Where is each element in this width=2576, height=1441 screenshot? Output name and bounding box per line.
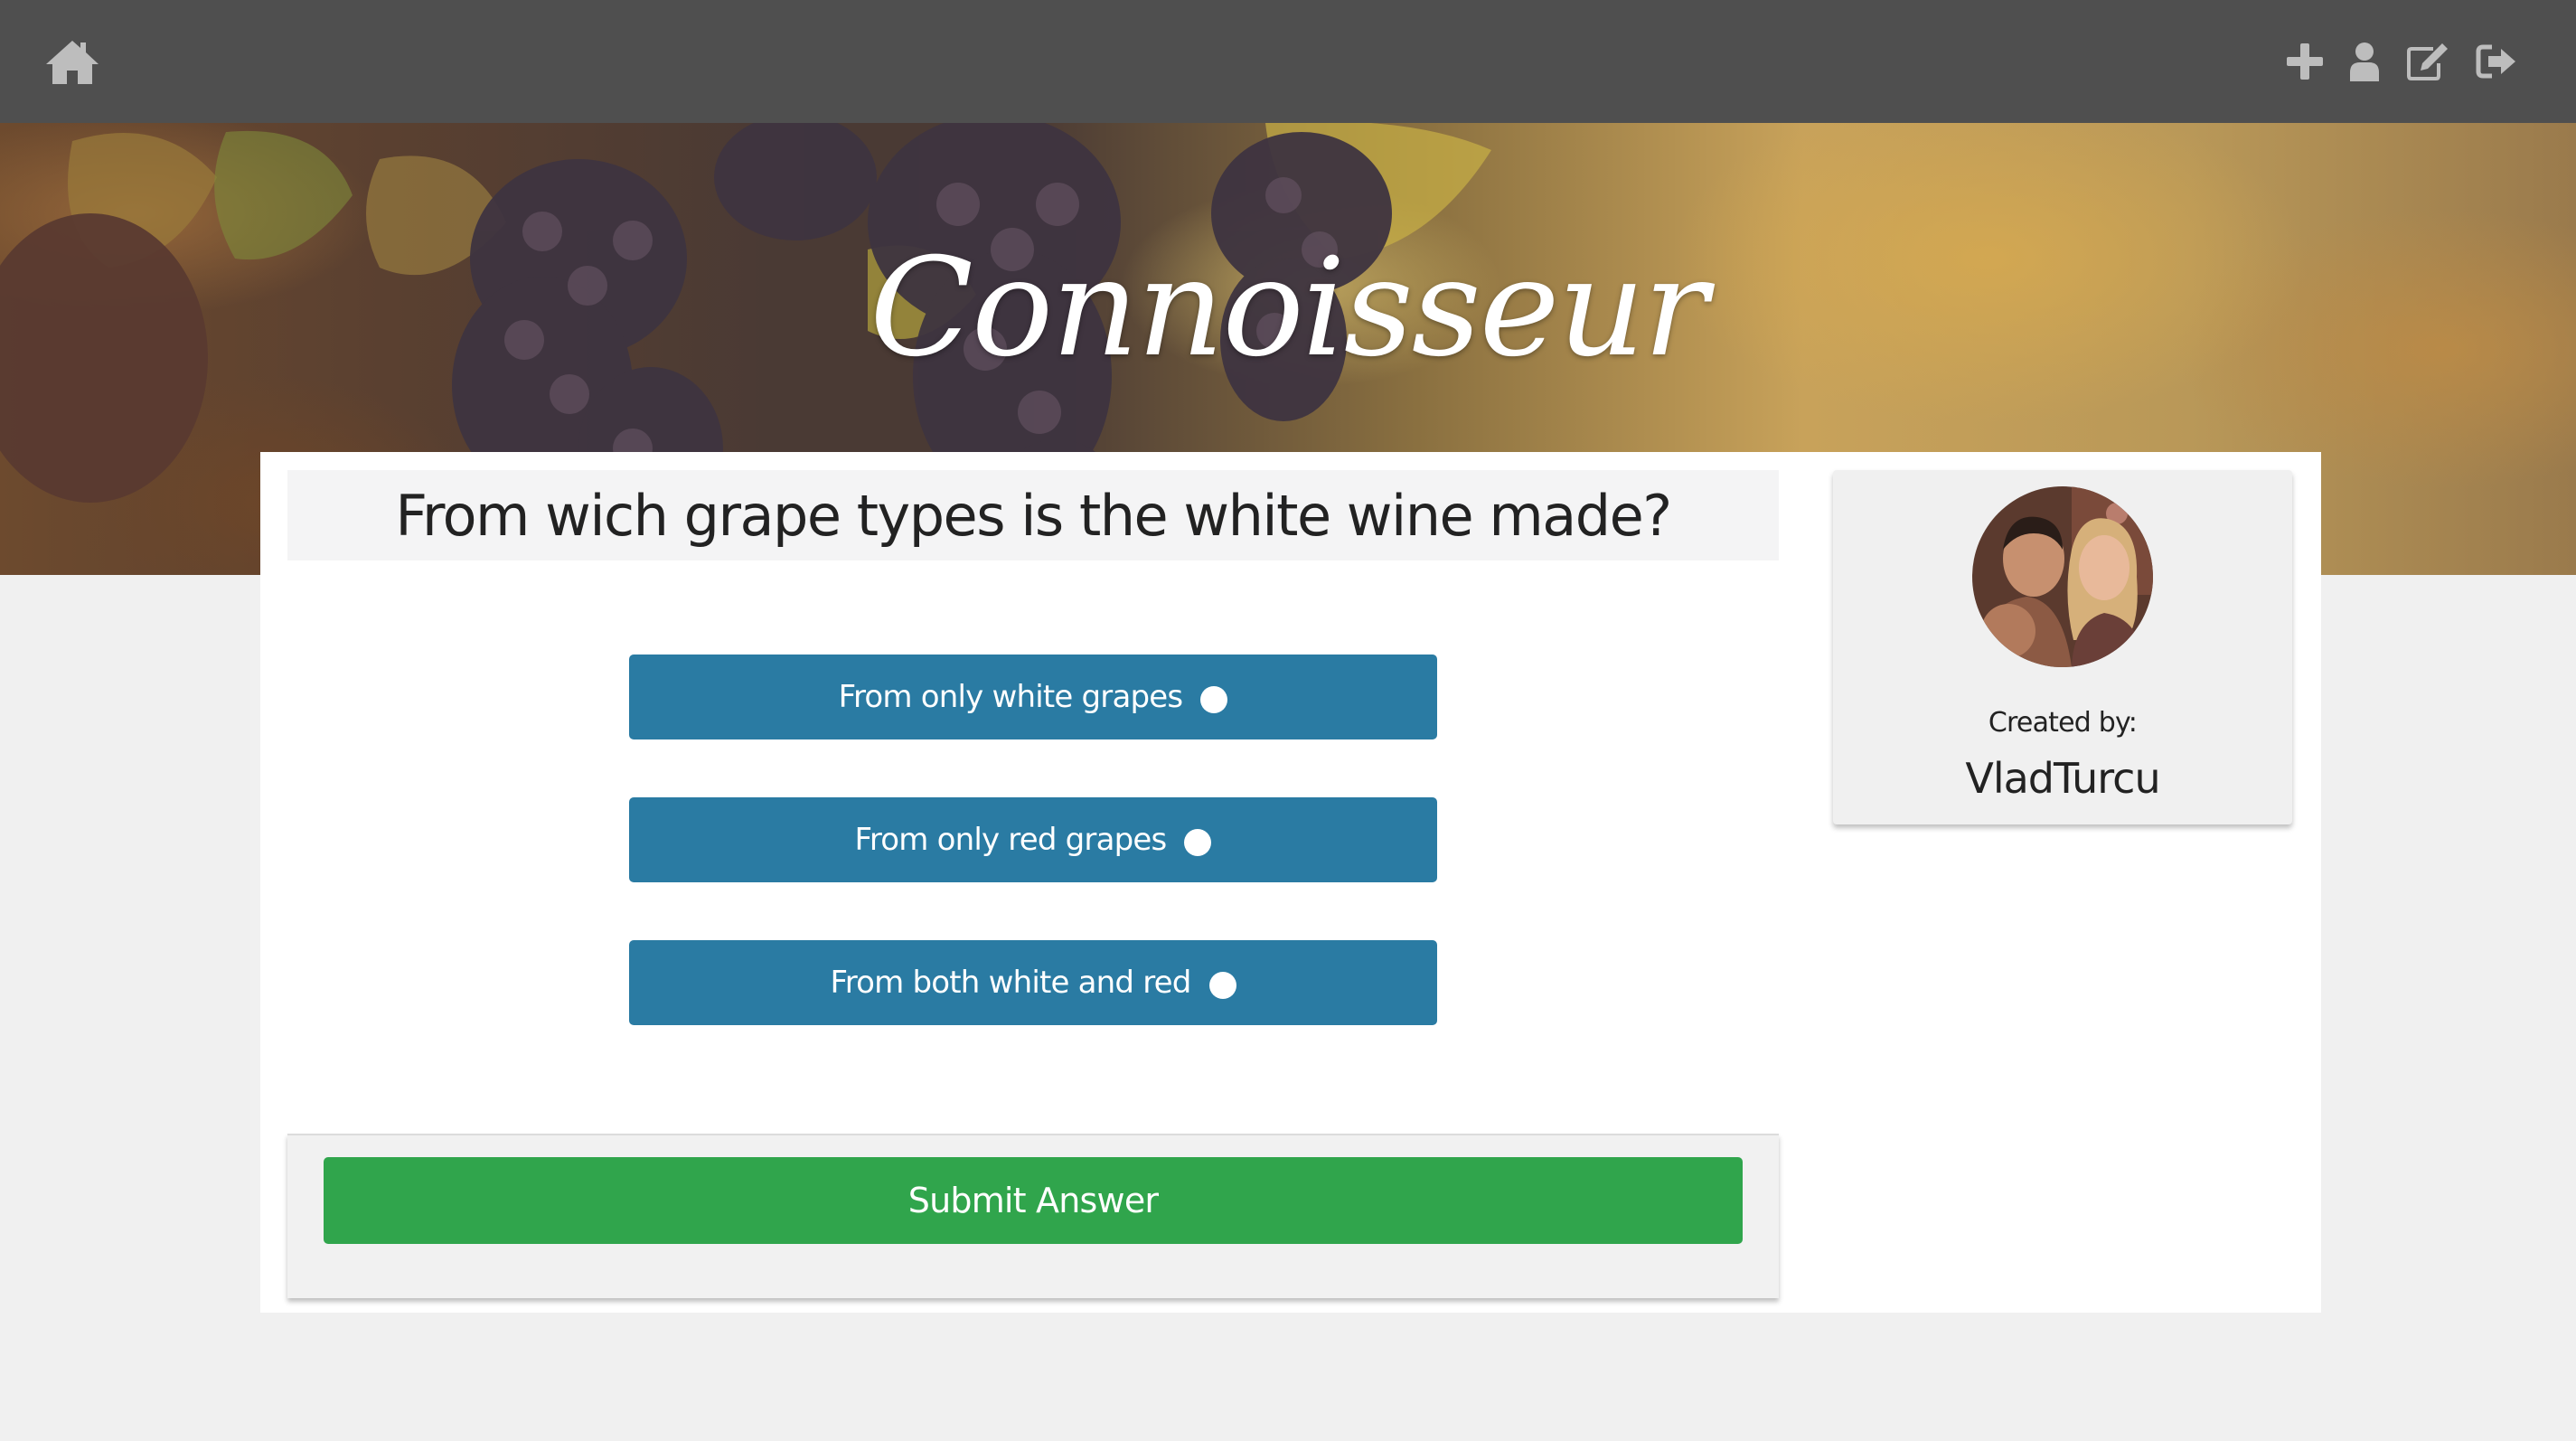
submit-panel: Submit Answer	[287, 1134, 1779, 1298]
edit-icon	[2407, 43, 2448, 80]
answer-option-label: From only red grapes	[854, 822, 1168, 858]
question-header: From wich grape types is the white wine …	[287, 470, 1779, 560]
site-title: Connoisseur	[870, 230, 1708, 387]
created-by-label: Created by:	[1988, 707, 2138, 739]
radio-icon[interactable]	[1208, 972, 1236, 999]
answer-option-1[interactable]: From only white grapes	[629, 655, 1437, 739]
answer-option-2[interactable]: From only red grapes	[629, 797, 1437, 882]
edit-button[interactable]	[2401, 0, 2455, 123]
home-button[interactable]	[36, 0, 108, 123]
answer-option-label: From both white and red	[830, 965, 1191, 1001]
avatar	[1972, 486, 2153, 667]
radio-icon[interactable]	[1184, 829, 1212, 856]
answer-option-label: From only white grapes	[838, 679, 1183, 715]
quiz-card: From wich grape types is the white wine …	[260, 452, 2321, 1313]
sign-out-icon	[2476, 44, 2515, 79]
author-card: Created by: VladTurcu	[1833, 470, 2292, 824]
submit-answer-button[interactable]: Submit Answer	[324, 1157, 1743, 1244]
avatar-photo	[1972, 486, 2153, 667]
author-name: VladTurcu	[1965, 754, 2160, 803]
plus-icon	[2287, 43, 2323, 80]
profile-button[interactable]	[2339, 0, 2390, 123]
answer-option-3[interactable]: From both white and red	[629, 940, 1437, 1025]
radio-icon[interactable]	[1200, 686, 1228, 713]
logout-button[interactable]	[2468, 0, 2525, 123]
top-navbar	[0, 0, 2576, 123]
home-icon	[46, 41, 99, 84]
question-text: From wich grape types is the white wine …	[395, 482, 1672, 549]
add-quiz-button[interactable]	[2280, 0, 2330, 123]
user-icon	[2350, 42, 2379, 81]
